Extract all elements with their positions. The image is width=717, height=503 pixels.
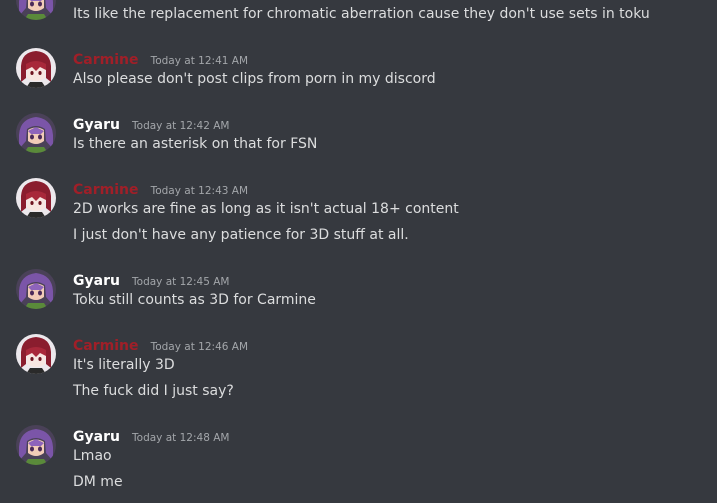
timestamp: Today at 12:46 AM bbox=[150, 341, 249, 353]
gyaru-avatar-icon[interactable] bbox=[16, 0, 56, 20]
message-line: Lmao bbox=[73, 448, 112, 464]
message-line: Also please don't post clips from porn i… bbox=[73, 71, 436, 87]
message-header: Gyaru Today at 12:45 AM bbox=[73, 270, 229, 289]
message-header: Gyaru Today at 12:42 AM bbox=[73, 114, 229, 133]
message-line: DM me bbox=[73, 474, 123, 490]
message-line: 2D works are fine as long as it isn't ac… bbox=[73, 201, 459, 217]
username[interactable]: Gyaru bbox=[73, 429, 120, 445]
gyaru-avatar-icon[interactable] bbox=[16, 269, 56, 309]
username[interactable]: Gyaru bbox=[73, 117, 120, 133]
message-header: Carmine Today at 12:43 AM bbox=[73, 179, 248, 198]
message-line: The fuck did I just say? bbox=[73, 383, 234, 399]
message-line: I just don't have any patience for 3D st… bbox=[73, 227, 409, 243]
message-line: Toku still counts as 3D for Carmine bbox=[73, 292, 316, 308]
username[interactable]: Gyaru bbox=[73, 273, 120, 289]
carmine-avatar-icon[interactable] bbox=[16, 334, 56, 374]
message-header: Carmine Today at 12:41 AM bbox=[73, 49, 248, 68]
username[interactable]: Carmine bbox=[73, 182, 138, 198]
timestamp: Today at 12:42 AM bbox=[132, 120, 230, 132]
message-list: Its like the replacement for chromatic a… bbox=[0, 0, 717, 503]
timestamp: Today at 12:41 AM bbox=[150, 55, 249, 67]
message-line: Its like the replacement for chromatic a… bbox=[73, 6, 650, 22]
message-header: Gyaru Today at 12:48 AM bbox=[73, 426, 229, 445]
message-line: It's literally 3D bbox=[73, 357, 175, 373]
timestamp: Today at 12:43 AM bbox=[150, 185, 249, 197]
carmine-avatar-icon[interactable] bbox=[16, 48, 56, 88]
timestamp: Today at 12:48 AM bbox=[132, 432, 230, 444]
carmine-avatar-icon[interactable] bbox=[16, 178, 56, 218]
gyaru-avatar-icon[interactable] bbox=[16, 113, 56, 153]
message-header: Carmine Today at 12:46 AM bbox=[73, 335, 248, 354]
timestamp: Today at 12:45 AM bbox=[132, 276, 230, 288]
gyaru-avatar-icon[interactable] bbox=[16, 425, 56, 465]
message-line: Is there an asterisk on that for FSN bbox=[73, 136, 318, 152]
username[interactable]: Carmine bbox=[73, 52, 138, 68]
username[interactable]: Carmine bbox=[73, 338, 138, 354]
